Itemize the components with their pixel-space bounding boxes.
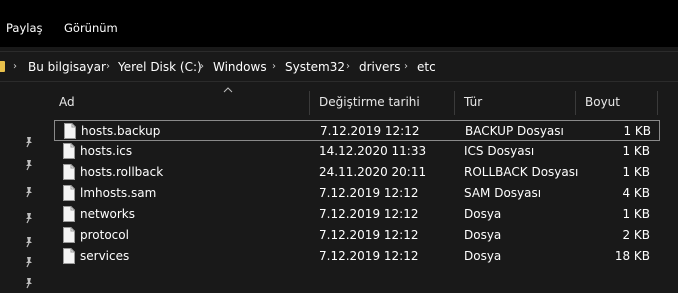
chevron-right-icon[interactable]: › <box>272 61 276 72</box>
breadcrumb-local-disk[interactable]: Yerel Disk (C:) <box>118 60 202 74</box>
file-row[interactable]: protocol 7.12.2019 12:12 Dosya 2 KB <box>54 225 660 246</box>
file-modified: 24.11.2020 20:11 <box>319 165 427 179</box>
ribbon-tab-share[interactable]: Paylaş <box>6 21 43 35</box>
file-type: Dosya <box>464 207 502 221</box>
vertical-scrollbar[interactable] <box>666 121 678 292</box>
file-type: ROLLBACK Dosyası <box>464 165 579 179</box>
file-modified: 14.12.2020 11:33 <box>319 144 427 158</box>
file-icon <box>63 206 75 222</box>
file-size: 1 KB <box>622 207 650 221</box>
file-row[interactable]: hosts.rollback 24.11.2020 20:11 ROLLBACK… <box>54 162 660 183</box>
chevron-right-icon[interactable]: › <box>13 61 17 72</box>
folder-icon <box>0 61 5 72</box>
file-size: 1 KB <box>622 165 650 179</box>
column-separator[interactable] <box>454 91 455 115</box>
column-separator[interactable] <box>575 91 576 115</box>
file-icon <box>63 164 75 180</box>
breadcrumb-this-pc[interactable]: Bu bilgisayar <box>28 60 106 74</box>
file-size: 1 KB <box>622 144 650 158</box>
column-header-name[interactable]: Ad <box>59 87 75 117</box>
file-type: ICS Dosyası <box>464 144 535 158</box>
file-modified: 7.12.2019 12:12 <box>320 124 420 138</box>
pin-icon[interactable] <box>22 255 36 269</box>
file-row[interactable]: hosts.backup 7.12.2019 12:12 BACKUP Dosy… <box>54 120 660 141</box>
file-row[interactable]: lmhosts.sam 7.12.2019 12:12 SAM Dosyası … <box>54 183 660 204</box>
column-header-modified[interactable]: Değiştirme tarihi <box>319 87 420 117</box>
file-row[interactable]: hosts.ics 14.12.2020 11:33 ICS Dosyası 1… <box>54 141 660 162</box>
file-name: hosts.ics <box>80 144 133 158</box>
file-row[interactable]: networks 7.12.2019 12:12 Dosya 1 KB <box>54 204 660 225</box>
file-size: 4 KB <box>622 186 650 200</box>
file-modified: 7.12.2019 12:12 <box>319 186 419 200</box>
breadcrumb-etc[interactable]: etc <box>417 60 436 74</box>
pin-icon[interactable] <box>22 185 36 199</box>
file-icon <box>63 185 75 201</box>
navigation-pane <box>0 82 45 292</box>
file-icon <box>63 227 75 243</box>
file-modified: 7.12.2019 12:12 <box>319 249 419 263</box>
file-size: 2 KB <box>622 228 650 242</box>
file-size: 18 KB <box>614 249 650 263</box>
file-type: Dosya <box>464 249 502 263</box>
file-row[interactable]: services 7.12.2019 12:12 Dosya 18 KB <box>54 246 660 267</box>
chevron-right-icon[interactable]: › <box>200 61 204 72</box>
breadcrumb-drivers[interactable]: drivers <box>359 60 401 74</box>
column-header-type[interactable]: Tür <box>464 87 482 117</box>
file-name: networks <box>80 207 135 221</box>
file-icon <box>64 123 76 139</box>
pin-icon[interactable] <box>22 235 36 249</box>
pin-icon[interactable] <box>22 276 36 290</box>
breadcrumb-windows[interactable]: Windows <box>213 60 267 74</box>
file-name: lmhosts.sam <box>80 186 157 200</box>
address-bar[interactable]: › Bu bilgisayar › Yerel Disk (C:) › Wind… <box>0 51 678 82</box>
pin-icon[interactable] <box>22 158 36 172</box>
file-type: BACKUP Dosyası <box>465 124 564 138</box>
file-type: SAM Dosyası <box>464 186 542 200</box>
chevron-right-icon[interactable]: › <box>346 61 350 72</box>
file-name: hosts.rollback <box>80 165 164 179</box>
file-size: 1 KB <box>623 124 651 138</box>
sort-up-icon <box>223 83 233 93</box>
file-modified: 7.12.2019 12:12 <box>319 228 419 242</box>
column-header-size[interactable]: Boyut <box>585 87 620 117</box>
breadcrumb-system32[interactable]: System32 <box>285 60 345 74</box>
column-separator[interactable] <box>309 91 310 115</box>
file-icon <box>63 248 75 264</box>
pin-icon[interactable] <box>22 135 36 149</box>
chevron-right-icon[interactable]: › <box>106 61 110 72</box>
file-icon <box>63 143 75 159</box>
ribbon: Paylaş Görünüm <box>0 0 678 47</box>
file-name: services <box>80 249 130 263</box>
file-type: Dosya <box>464 228 502 242</box>
file-name: protocol <box>80 228 129 242</box>
file-name: hosts.backup <box>81 124 161 138</box>
chevron-right-icon[interactable]: › <box>404 61 408 72</box>
column-separator[interactable] <box>657 91 658 115</box>
file-modified: 7.12.2019 12:12 <box>319 207 419 221</box>
ribbon-tab-view[interactable]: Görünüm <box>64 21 118 35</box>
column-header-row: Ad Değiştirme tarihi Tür Boyut <box>45 87 678 117</box>
pin-icon[interactable] <box>22 211 36 225</box>
